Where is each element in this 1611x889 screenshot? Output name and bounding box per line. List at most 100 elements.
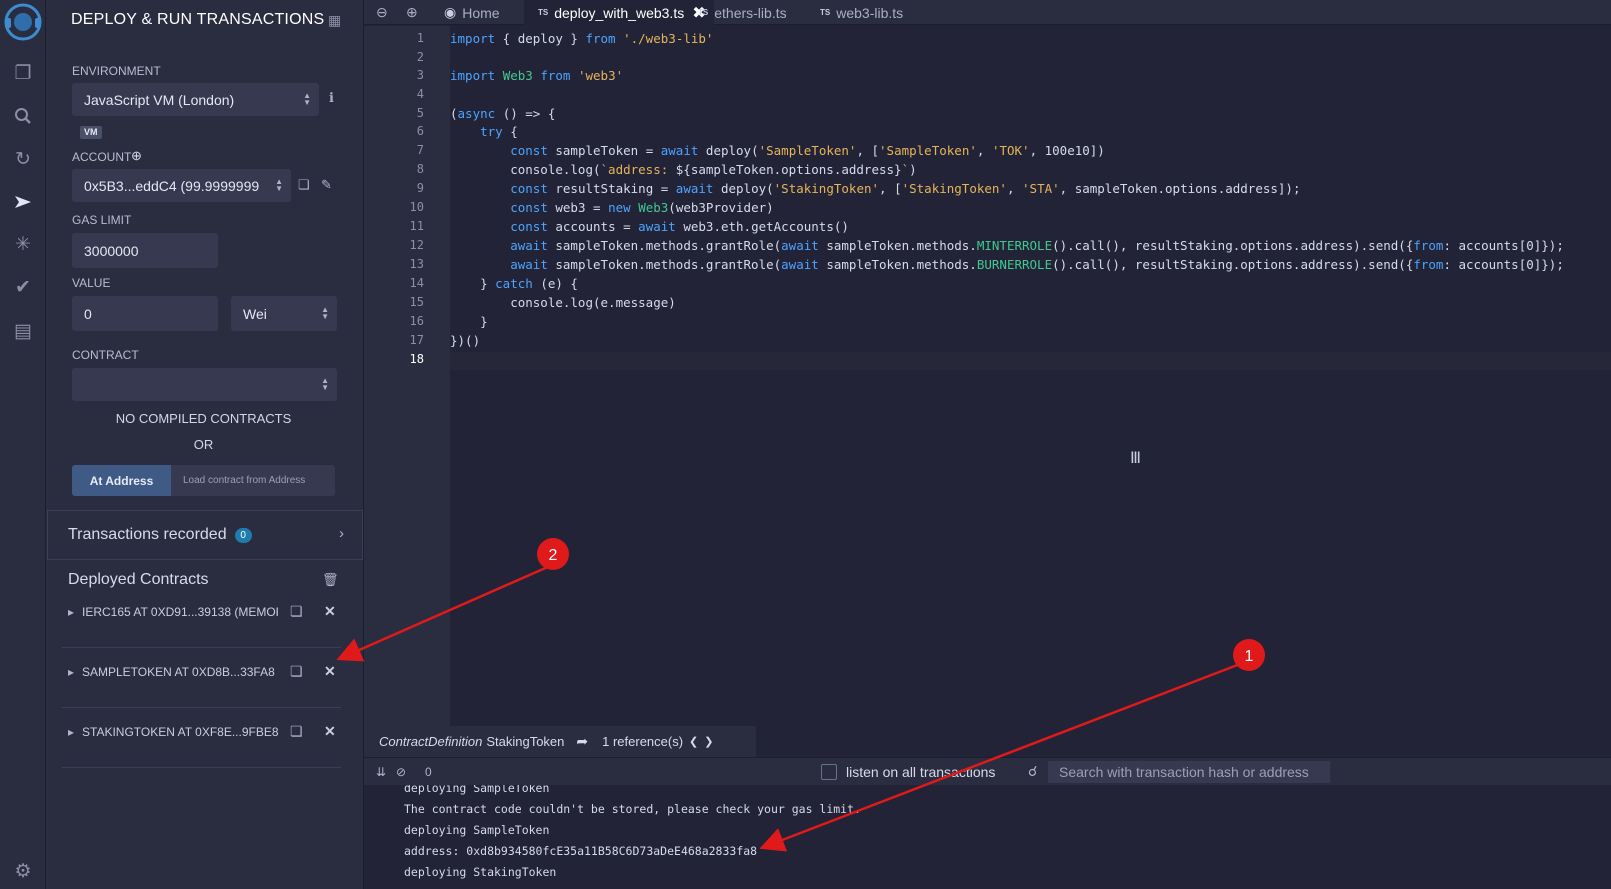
chevron-up-icon[interactable]: ❮: [689, 735, 698, 748]
no-compiled-contracts: NO COMPILED CONTRACTS: [115, 411, 292, 426]
settings-plug-icon[interactable]: ⚙: [8, 856, 38, 886]
line-number: 5: [416, 106, 424, 120]
line-number: 15: [409, 295, 424, 309]
remix-logo-icon[interactable]: [3, 2, 43, 42]
current-line-highlight: [450, 352, 1611, 370]
copy-address-icon[interactable]: ❏: [290, 663, 303, 680]
zoom-in-icon[interactable]: ⊕: [406, 0, 418, 25]
deployed-contract-row[interactable]: ▸ SAMPLETOKEN AT 0XD8B...33FA8 (MEMORY) …: [62, 648, 341, 708]
deployed-contract-row[interactable]: ▸ STAKINGTOKEN AT 0XF8E...9FBE8 (MEMORY)…: [62, 708, 341, 768]
chevron-down-icon[interactable]: ❯: [704, 735, 713, 748]
tab-label: Home: [462, 4, 500, 21]
tab-deploy-with-web3[interactable]: TS deploy_with_web3.ts ✖: [524, 0, 714, 25]
tab-ethers-lib[interactable]: TS ethers-lib.ts: [694, 0, 804, 25]
listen-checkbox[interactable]: [821, 764, 837, 780]
file-explorer-icon[interactable]: ❐: [8, 58, 38, 88]
copy-account-icon[interactable]: ❏: [298, 177, 310, 193]
chevron-right-icon[interactable]: ▸: [68, 605, 74, 619]
code-line: })(): [450, 333, 481, 348]
line-number: 13: [409, 257, 424, 271]
code-line: const sampleToken = await deploy('Sample…: [510, 143, 1105, 158]
deploy-run-icon[interactable]: [8, 187, 38, 217]
line-number: 6: [416, 124, 424, 138]
code-editor[interactable]: [450, 26, 1611, 726]
collapse-terminal-icon[interactable]: ⇊: [376, 765, 386, 779]
search-icon[interactable]: [8, 101, 38, 131]
tab-web3-lib[interactable]: TS web3-lib.ts: [816, 0, 926, 25]
plugin-manager-icon[interactable]: ▤: [8, 316, 38, 346]
at-address-button[interactable]: At Address: [72, 465, 171, 496]
line-number: 4: [416, 87, 424, 101]
reference-count: 1 reference(s): [602, 734, 684, 749]
copy-address-icon[interactable]: ❏: [290, 603, 303, 620]
value-input[interactable]: 0: [72, 296, 218, 331]
ts-file-icon: TS: [538, 8, 549, 17]
terminal-search-input[interactable]: Search with transaction hash or address: [1048, 761, 1330, 783]
gas-limit-input[interactable]: 3000000: [72, 233, 218, 268]
code-line: import Web3 from 'web3': [450, 68, 624, 83]
chevron-right-icon: ›: [339, 525, 344, 542]
gas-limit-label: GAS LIMIT: [72, 213, 132, 227]
code-line: console.log(`address: ${sampleToken.opti…: [450, 162, 917, 177]
remove-contract-icon[interactable]: ✕: [324, 663, 336, 680]
copy-address-icon[interactable]: ❏: [290, 723, 303, 740]
remove-contract-icon[interactable]: ✕: [324, 723, 336, 740]
text-cursor-icon: Ⅲ: [1130, 450, 1142, 467]
vm-badge: VM: [80, 126, 102, 139]
terminal-toolbar: ⇊ ⊘ 0 listen on all transactions ☌ Searc…: [364, 757, 1611, 785]
select-arrows-icon: ▲ ▼: [303, 91, 311, 107]
code-line: }: [450, 314, 488, 329]
terminal-output: deploying SampleToken The contract code …: [364, 785, 1611, 889]
tab-label: web3-lib.ts: [836, 4, 904, 21]
load-address-input[interactable]: Load contract from Address: [171, 465, 305, 496]
sign-message-icon[interactable]: ✎: [321, 177, 332, 193]
or-separator: OR: [193, 437, 214, 452]
code-line: try {: [480, 124, 518, 139]
zoom-out-icon[interactable]: ⊖: [376, 0, 388, 25]
deployed-contract-row[interactable]: ▸ IERC165 AT 0XD91...39138 (MEMORY) ❏ ✕: [62, 588, 341, 648]
search-icon: ☌: [1028, 763, 1038, 779]
line-number: 2: [416, 50, 424, 64]
code-line: import { deploy } from './web3-lib': [450, 31, 714, 46]
share-icon[interactable]: ➦: [576, 733, 588, 750]
code-line: } catch (e) {: [450, 276, 578, 291]
select-arrows-icon: ▲ ▼: [321, 305, 329, 321]
add-account-icon[interactable]: ⊕: [131, 148, 142, 164]
debugger-icon[interactable]: ✳: [8, 229, 38, 259]
line-number: 17: [409, 333, 424, 347]
chevron-right-icon[interactable]: ▸: [68, 725, 74, 739]
panel-doc-icon[interactable]: ▦: [328, 12, 341, 28]
remove-contract-icon[interactable]: ✕: [324, 603, 336, 620]
clear-console-icon[interactable]: ⊘: [396, 765, 406, 779]
line-number: 16: [409, 314, 424, 328]
deployed-contract-name: SAMPLETOKEN AT 0XD8B...33FA8 (MEMORY): [82, 665, 278, 679]
tab-home[interactable]: ◉ Home: [444, 0, 518, 25]
chevron-right-icon[interactable]: ▸: [68, 665, 74, 679]
line-number: 10: [409, 200, 424, 214]
account-select[interactable]: 0x5B3...eddC4 (99.9999999 ▲ ▼: [72, 169, 291, 202]
environment-select[interactable]: JavaScript VM (London) ▲ ▼: [72, 83, 319, 116]
code-line: await sampleToken.methods.grantRole(awai…: [510, 238, 1564, 253]
contract-select[interactable]: ▲ ▼: [72, 368, 337, 401]
at-address-group: At Address Load contract from Address: [72, 465, 335, 496]
line-number: 14: [409, 276, 424, 290]
testing-icon[interactable]: ✔: [8, 272, 38, 302]
line-number: 12: [409, 238, 424, 252]
remix-ide: ❐ ↻ ✳ ✔ ▤ ⚙ DEPLOY & RUN TRANSACTIONS ▦ …: [0, 0, 1611, 889]
solidity-compiler-icon[interactable]: ↻: [8, 144, 38, 174]
environment-label: ENVIRONMENT: [72, 64, 161, 78]
terminal-line: The contract code couldn't be stored, pl…: [404, 802, 861, 816]
line-number: 11: [409, 219, 424, 233]
info-icon[interactable]: ℹ: [329, 90, 334, 106]
code-line: const web3 = new Web3(web3Provider): [510, 200, 774, 215]
code-line: console.log(e.message): [450, 295, 676, 310]
reference-bar: ContractDefinition StakingToken ➦ 1 refe…: [364, 726, 756, 757]
transactions-recorded[interactable]: Transactions recorded 0 ›: [47, 510, 363, 560]
deploy-run-panel: DEPLOY & RUN TRANSACTIONS ▦ ENVIRONMENT …: [46, 0, 364, 889]
ts-file-icon: TS: [698, 8, 709, 17]
account-label: ACCOUNT: [72, 150, 132, 164]
trash-icon[interactable]: 🗑: [322, 572, 339, 588]
code-line: await sampleToken.methods.grantRole(awai…: [510, 257, 1564, 272]
code-line: (async () => {: [450, 106, 556, 121]
value-unit-select[interactable]: Wei ▲ ▼: [231, 296, 337, 331]
